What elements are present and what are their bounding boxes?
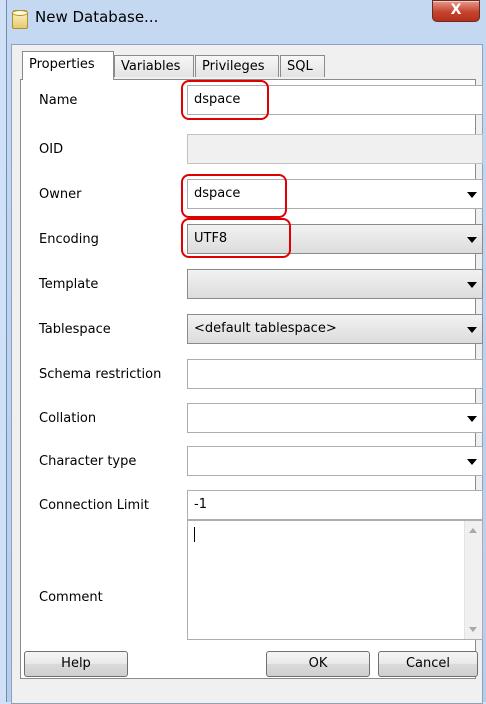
tab-properties[interactable]: Properties <box>22 51 114 80</box>
title-bar[interactable]: New Database... X <box>7 0 486 44</box>
connection-limit-label: Connection Limit <box>39 498 149 513</box>
encoding-select[interactable]: UTF8 <box>187 224 483 254</box>
close-icon: X <box>450 2 462 18</box>
owner-select[interactable]: dspace <box>187 179 483 209</box>
tablespace-value: <default tablespace> <box>194 321 337 336</box>
ok-button[interactable]: OK <box>266 651 370 677</box>
scroll-up-icon[interactable] <box>469 528 477 533</box>
encoding-label: Encoding <box>39 232 99 247</box>
dropdown-arrow-icon <box>467 327 477 333</box>
template-label: Template <box>39 277 99 292</box>
dropdown-arrow-icon <box>467 416 477 422</box>
connection-limit-input[interactable]: -1 <box>187 490 483 520</box>
help-button[interactable]: Help <box>24 651 128 677</box>
new-database-dialog: New Database... X Properties Variables P… <box>6 0 486 704</box>
tab-sql[interactable]: SQL <box>280 55 325 77</box>
dropdown-arrow-icon <box>467 459 477 465</box>
tab-privileges[interactable]: Privileges <box>195 55 279 77</box>
collation-label: Collation <box>39 411 97 426</box>
scroll-down-icon[interactable] <box>469 627 477 632</box>
character-type-label: Character type <box>39 454 137 469</box>
comment-textarea[interactable] <box>187 520 483 640</box>
dropdown-arrow-icon <box>467 192 477 198</box>
oid-label: OID <box>39 142 64 157</box>
tab-variables[interactable]: Variables <box>114 55 194 77</box>
properties-panel: Name dspace OID Owner dspace Encoding UT… <box>20 79 483 679</box>
database-icon <box>12 10 28 29</box>
schema-restriction-label: Schema restriction <box>39 367 162 382</box>
cancel-button[interactable]: Cancel <box>378 651 478 677</box>
close-button[interactable]: X <box>432 0 480 22</box>
encoding-value: UTF8 <box>194 231 228 246</box>
dropdown-arrow-icon <box>467 282 477 288</box>
window-title: New Database... <box>35 8 159 26</box>
owner-label: Owner <box>39 187 82 202</box>
tablespace-label: Tablespace <box>39 322 111 337</box>
character-type-select[interactable] <box>187 446 483 476</box>
collation-select[interactable] <box>187 403 483 433</box>
schema-restriction-input[interactable] <box>187 359 483 389</box>
comment-label: Comment <box>39 590 103 605</box>
owner-value: dspace <box>194 186 241 201</box>
dialog-client: Properties Variables Privileges SQL Name… <box>11 44 483 704</box>
comment-scrollbar[interactable] <box>464 521 482 639</box>
name-label: Name <box>39 93 78 108</box>
dropdown-arrow-icon <box>467 237 477 243</box>
oid-input <box>187 134 483 164</box>
tablespace-select[interactable]: <default tablespace> <box>187 314 483 344</box>
template-select[interactable] <box>187 269 483 299</box>
name-input[interactable]: dspace <box>187 85 483 115</box>
text-caret <box>194 527 195 542</box>
